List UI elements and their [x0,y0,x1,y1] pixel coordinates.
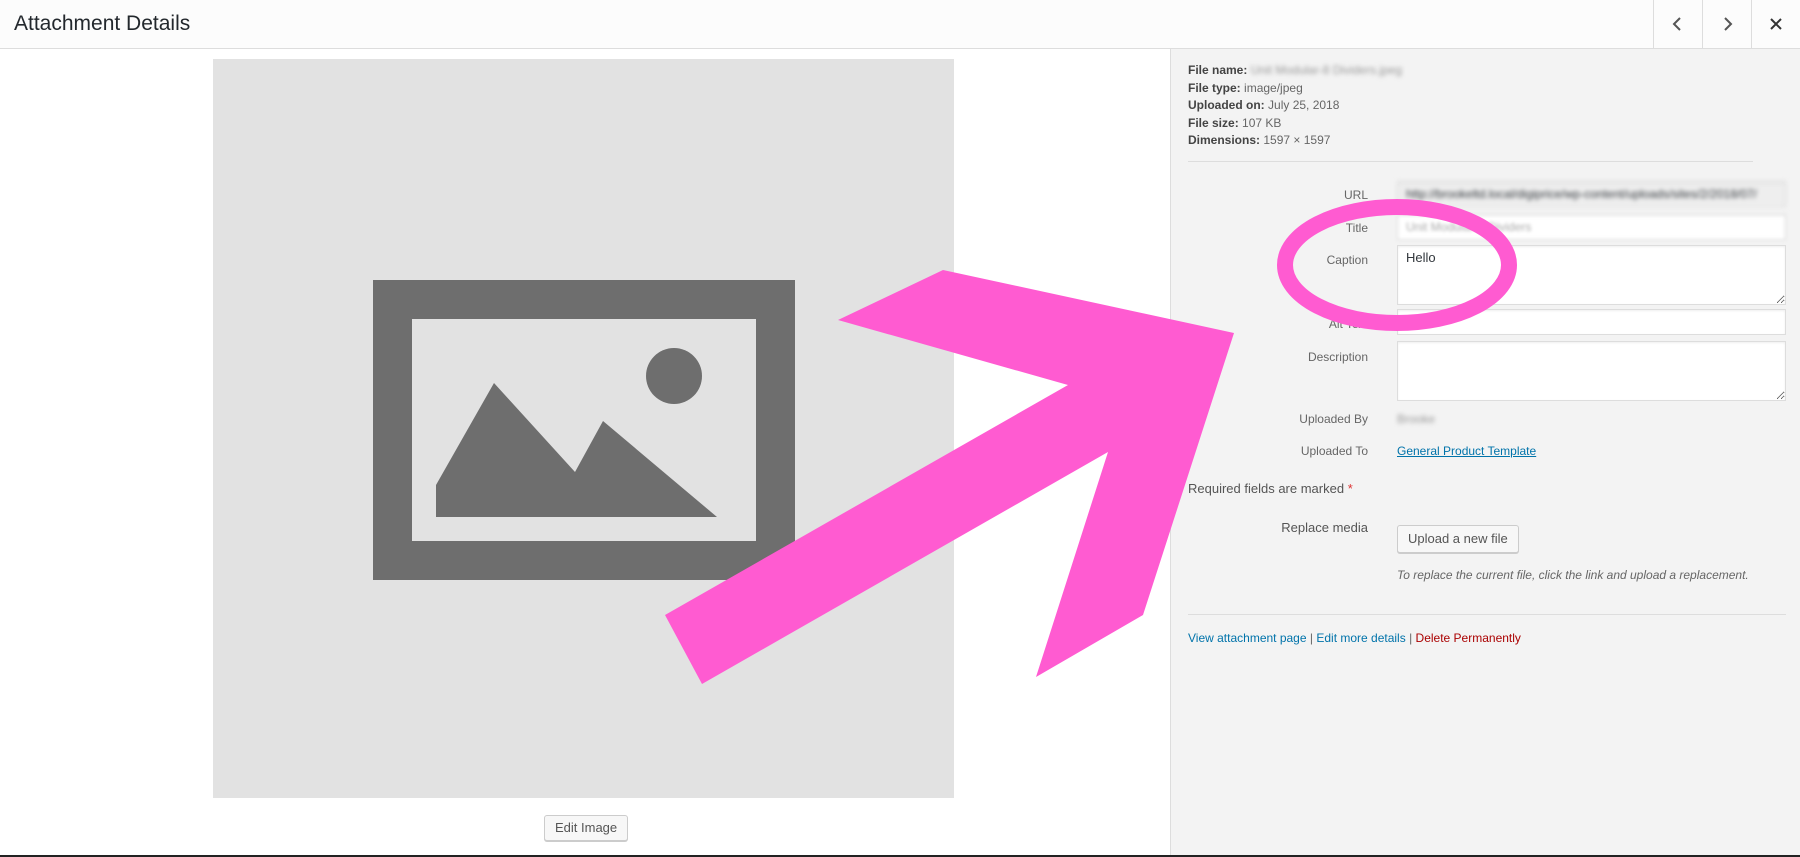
close-button[interactable] [1751,0,1800,48]
uploaded-on-label: Uploaded on: [1188,98,1265,112]
uploaded-to-label: Uploaded To [1300,444,1368,458]
chevron-right-icon [1724,17,1733,31]
image-placeholder-icon [373,280,795,580]
dimensions-row: Dimensions: 1597 × 1597 [1188,132,1402,150]
file-size-label: File size: [1188,115,1239,130]
file-info: File name: Unit Modular-8 Dividers.jpeg … [1188,62,1402,150]
edit-more-details-link[interactable]: Edit more details [1316,631,1405,645]
caption-field[interactable]: Hello [1397,245,1786,305]
uploaded-to-link[interactable]: General Product Template [1397,444,1536,458]
file-name-value: Unit Modular-8 Dividers.jpeg [1250,63,1403,77]
caption-label: Caption [1326,253,1368,267]
view-attachment-page-link[interactable]: View attachment page [1188,631,1307,645]
file-type-row: File type: image/jpeg [1188,80,1402,98]
attachment-image [213,59,954,798]
alt-text-field[interactable] [1397,309,1786,335]
file-size-row: File size: 107 KB [1188,115,1402,133]
description-field[interactable] [1397,341,1786,401]
page-title: Attachment Details [14,12,191,35]
title-label: Title [1345,221,1368,235]
divider [1188,161,1753,162]
close-icon [1770,18,1782,30]
url-label: URL [1343,188,1368,202]
uploaded-by-label: Uploaded By [1299,412,1368,426]
required-fields-note: Required fields are marked * [1188,481,1353,496]
modal-header: Attachment Details [0,0,1800,49]
file-size-value: 107 KB [1242,115,1282,130]
uploaded-on-row: Uploaded on: July 25, 2018 [1188,97,1402,115]
replace-note: To replace the current file, click the l… [1397,568,1749,582]
file-type-label: File type: [1188,80,1241,95]
uploaded-on-value: July 25, 2018 [1268,98,1340,112]
delete-permanently-link[interactable]: Delete Permanently [1416,631,1521,645]
replace-media-label: Replace media [1281,520,1368,535]
separator: | [1409,631,1413,645]
url-field[interactable] [1397,181,1786,207]
required-star: * [1347,481,1353,496]
dimensions-label: Dimensions: [1188,133,1261,147]
media-preview-area: Edit Image [0,49,1170,857]
alt-text-label: Alt Text [1328,317,1368,331]
edit-image-button[interactable]: Edit Image [544,815,629,841]
previous-button[interactable] [1653,0,1702,48]
chevron-left-icon [1672,17,1681,31]
file-name-label: File name: [1188,63,1248,77]
separator: | [1309,631,1313,645]
required-note-text: Required fields are marked [1188,481,1345,496]
next-button[interactable] [1702,0,1751,48]
description-label: Description [1307,350,1368,364]
uploaded-by-value: Brooke [1397,412,1436,426]
upload-new-file-button[interactable]: Upload a new file [1397,525,1519,553]
dimensions-value: 1597 × 1597 [1263,133,1331,147]
file-type-value: image/jpeg [1244,80,1303,95]
divider [1188,614,1786,615]
attachment-details-sidebar: File name: Unit Modular-8 Dividers.jpeg … [1170,49,1800,857]
title-field[interactable] [1397,214,1786,240]
attachment-actions: View attachment page | Edit more details… [1188,631,1521,645]
file-name-row: File name: Unit Modular-8 Dividers.jpeg [1188,62,1402,80]
